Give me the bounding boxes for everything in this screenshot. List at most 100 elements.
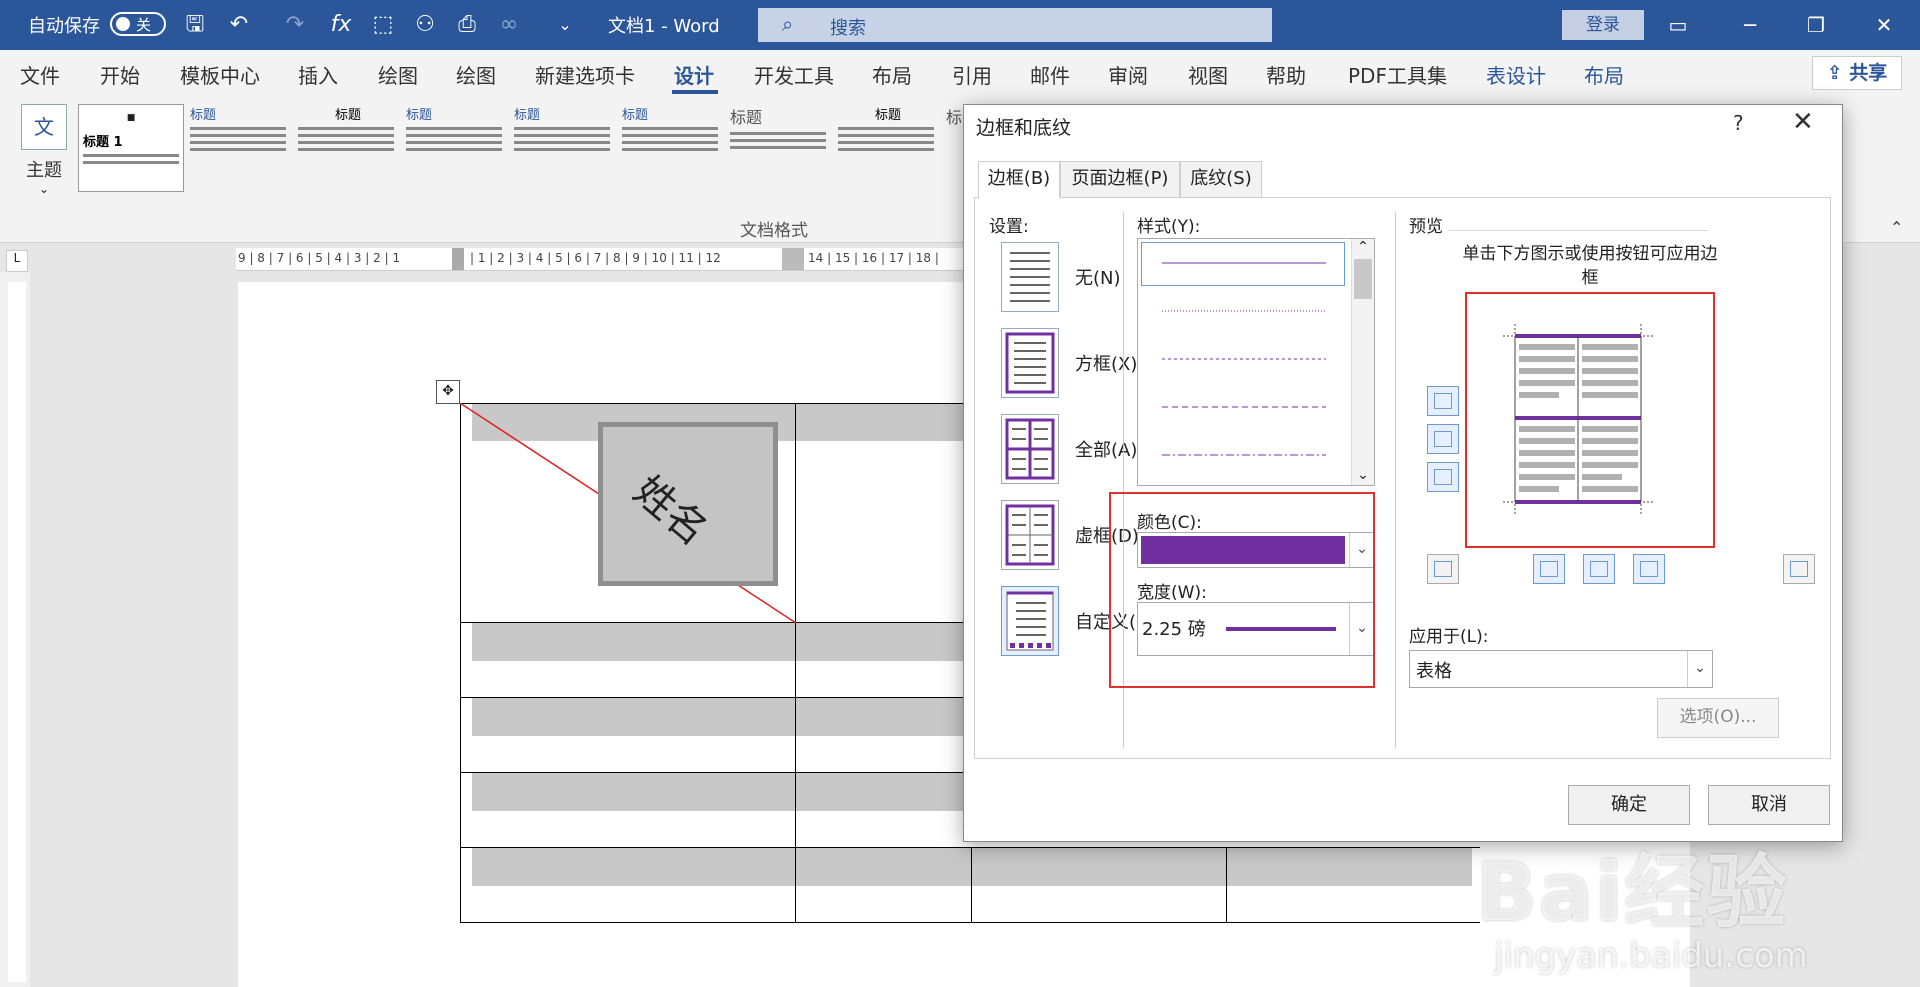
style-thumbnail[interactable]: 标 xyxy=(946,104,964,190)
tab-shading[interactable]: 底纹(S) xyxy=(1180,161,1262,197)
thumb-line xyxy=(838,148,934,151)
help-icon[interactable]: ? xyxy=(1733,111,1744,135)
table-move-handle-icon[interactable]: ✥ xyxy=(436,380,460,404)
toggle-knob xyxy=(116,17,130,31)
vertical-ruler[interactable] xyxy=(0,272,30,987)
tab-layout[interactable]: 布局 xyxy=(872,60,912,89)
document-icon[interactable]: ⎙ xyxy=(452,10,482,40)
setting-box-label[interactable]: 方框(X) xyxy=(1075,350,1137,376)
tab-page-border[interactable]: 页面边框(P) xyxy=(1060,161,1180,197)
customize-qat-icon[interactable]: ⌄ xyxy=(550,10,580,40)
tab-draw-2[interactable]: 绘图 xyxy=(456,60,496,89)
diagonal-up-border-button[interactable] xyxy=(1427,554,1459,584)
setting-label: 设置: xyxy=(989,217,1029,237)
bottom-border-button[interactable] xyxy=(1427,462,1459,492)
tab-pdf-tools[interactable]: PDF工具集 xyxy=(1348,60,1447,89)
share-button[interactable]: ⇪ 共享 xyxy=(1812,56,1902,90)
style-thumbnail[interactable]: 标题 xyxy=(622,104,722,190)
minimize-icon[interactable]: ─ xyxy=(1732,10,1768,40)
ok-button[interactable]: 确定 xyxy=(1568,785,1690,825)
top-border-button[interactable] xyxy=(1427,386,1459,416)
horizontal-ruler[interactable]: 9 | 8 | 7 | 6 | 5 | 4 | 3 | 2 | 1 | 1 | … xyxy=(236,248,980,271)
tab-template-center[interactable]: 模板中心 xyxy=(180,60,260,89)
setting-none-icon[interactable] xyxy=(1001,242,1059,312)
diagonal-down-border-button[interactable] xyxy=(1783,554,1815,584)
thumb-line xyxy=(730,146,826,149)
autosave-toggle[interactable]: 关 xyxy=(110,12,166,36)
function-icon[interactable]: fx xyxy=(326,10,356,40)
apply-to-dropdown[interactable]: 表格 ⌄ xyxy=(1409,650,1713,688)
undo-icon[interactable]: ↶ xyxy=(224,10,254,40)
scroll-up-icon[interactable]: ⌃ xyxy=(1352,239,1374,255)
tab-table-design[interactable]: 表设计 xyxy=(1486,60,1546,89)
search-box[interactable]: ⌕ 搜索 xyxy=(758,8,1272,42)
tab-view[interactable]: 视图 xyxy=(1188,60,1228,89)
thumb-line xyxy=(514,148,610,151)
collapse-ribbon-icon[interactable]: ⌃ xyxy=(1890,218,1903,237)
tab-references[interactable]: 引用 xyxy=(952,60,992,89)
tab-help[interactable]: 帮助 xyxy=(1266,60,1306,89)
apply-to-value: 表格 xyxy=(1416,661,1452,682)
right-border-button[interactable] xyxy=(1633,554,1665,584)
tab-developer[interactable]: 开发工具 xyxy=(754,60,834,89)
ruler-indent-marker[interactable] xyxy=(452,248,464,270)
setting-box-icon[interactable] xyxy=(1001,328,1059,398)
tab-design[interactable]: 设计 xyxy=(674,60,714,89)
thumb-line xyxy=(730,139,826,142)
tab-file[interactable]: 文件 xyxy=(20,60,60,89)
restore-icon[interactable]: ❐ xyxy=(1798,10,1834,40)
line-style-list[interactable]: ⌃ ⌄ xyxy=(1137,238,1375,486)
scroll-thumb[interactable] xyxy=(1354,259,1372,299)
tab-new-tab[interactable]: 新建选项卡 xyxy=(535,60,635,89)
link-icon[interactable]: ∞ xyxy=(494,10,524,40)
left-border-button[interactable] xyxy=(1533,554,1565,584)
org-chart-icon[interactable]: ⚇ xyxy=(410,10,440,40)
tab-table-layout[interactable]: 布局 xyxy=(1584,60,1624,89)
table-border xyxy=(971,847,972,923)
preview-area[interactable] xyxy=(1465,292,1715,548)
save-icon[interactable]: 🖫 xyxy=(180,10,210,40)
style-thumbnail[interactable]: 标题 xyxy=(190,104,290,190)
redo-icon[interactable]: ↷ xyxy=(280,10,310,40)
setting-none-label[interactable]: 无(N) xyxy=(1075,264,1121,290)
close-window-icon[interactable]: ✕ xyxy=(1866,10,1902,40)
style-thumbnail[interactable]: 标题 xyxy=(406,104,506,190)
setting-all-label[interactable]: 全部(A) xyxy=(1075,436,1137,462)
row-shading xyxy=(472,848,1472,886)
baidu-watermark: Bai经验 xyxy=(1476,846,1789,939)
tab-insert[interactable]: 插入 xyxy=(298,60,338,89)
preview-label: 预览 xyxy=(1409,217,1443,237)
highlight-box xyxy=(1109,492,1375,688)
tab-mailings[interactable]: 邮件 xyxy=(1030,60,1070,89)
tab-draw-1[interactable]: 绘图 xyxy=(378,60,418,89)
ribbon-display-icon[interactable]: ▭ xyxy=(1660,10,1696,40)
cancel-button[interactable]: 取消 xyxy=(1708,785,1830,825)
setting-custom-icon[interactable] xyxy=(1001,586,1059,656)
tab-selector-icon[interactable]: L xyxy=(6,250,28,272)
close-icon[interactable]: ✕ xyxy=(1792,107,1814,137)
style-thumbnail[interactable]: 标题 xyxy=(514,104,614,190)
scroll-down-icon[interactable]: ⌄ xyxy=(1352,467,1374,483)
inside-horizontal-border-button[interactable] xyxy=(1427,424,1459,454)
options-button[interactable]: 选项(O)... xyxy=(1657,698,1779,738)
inside-vertical-border-button[interactable] xyxy=(1583,554,1615,584)
ruler-column-marker[interactable] xyxy=(782,248,804,270)
style-thumbnail[interactable]: 标题 xyxy=(838,104,938,190)
tab-borders[interactable]: 边框(B) xyxy=(978,161,1060,198)
tab-review[interactable]: 审阅 xyxy=(1108,60,1148,89)
line-style-samples xyxy=(1162,262,1326,456)
style-thumbnail[interactable]: ■ 标题 1 xyxy=(78,104,184,192)
tab-home[interactable]: 开始 xyxy=(100,60,140,89)
thumb-heading: 标题 xyxy=(730,108,763,127)
name-textbox[interactable]: 姓名 xyxy=(598,422,778,586)
style-thumbnail[interactable]: 标题 xyxy=(298,104,398,190)
style-label: 样式(Y): xyxy=(1137,217,1201,237)
select-object-icon[interactable]: ⬚ xyxy=(368,10,398,40)
setting-all-icon[interactable] xyxy=(1001,414,1059,484)
themes-button[interactable]: 文 主题 ⌄ xyxy=(16,104,72,214)
style-scrollbar[interactable]: ⌃ ⌄ xyxy=(1351,239,1374,485)
setting-grid-icon[interactable] xyxy=(1001,500,1059,570)
style-thumbnail[interactable]: 标题 xyxy=(730,104,830,190)
chevron-down-icon[interactable]: ⌄ xyxy=(1687,651,1712,687)
login-button[interactable]: 登录 xyxy=(1562,10,1644,40)
